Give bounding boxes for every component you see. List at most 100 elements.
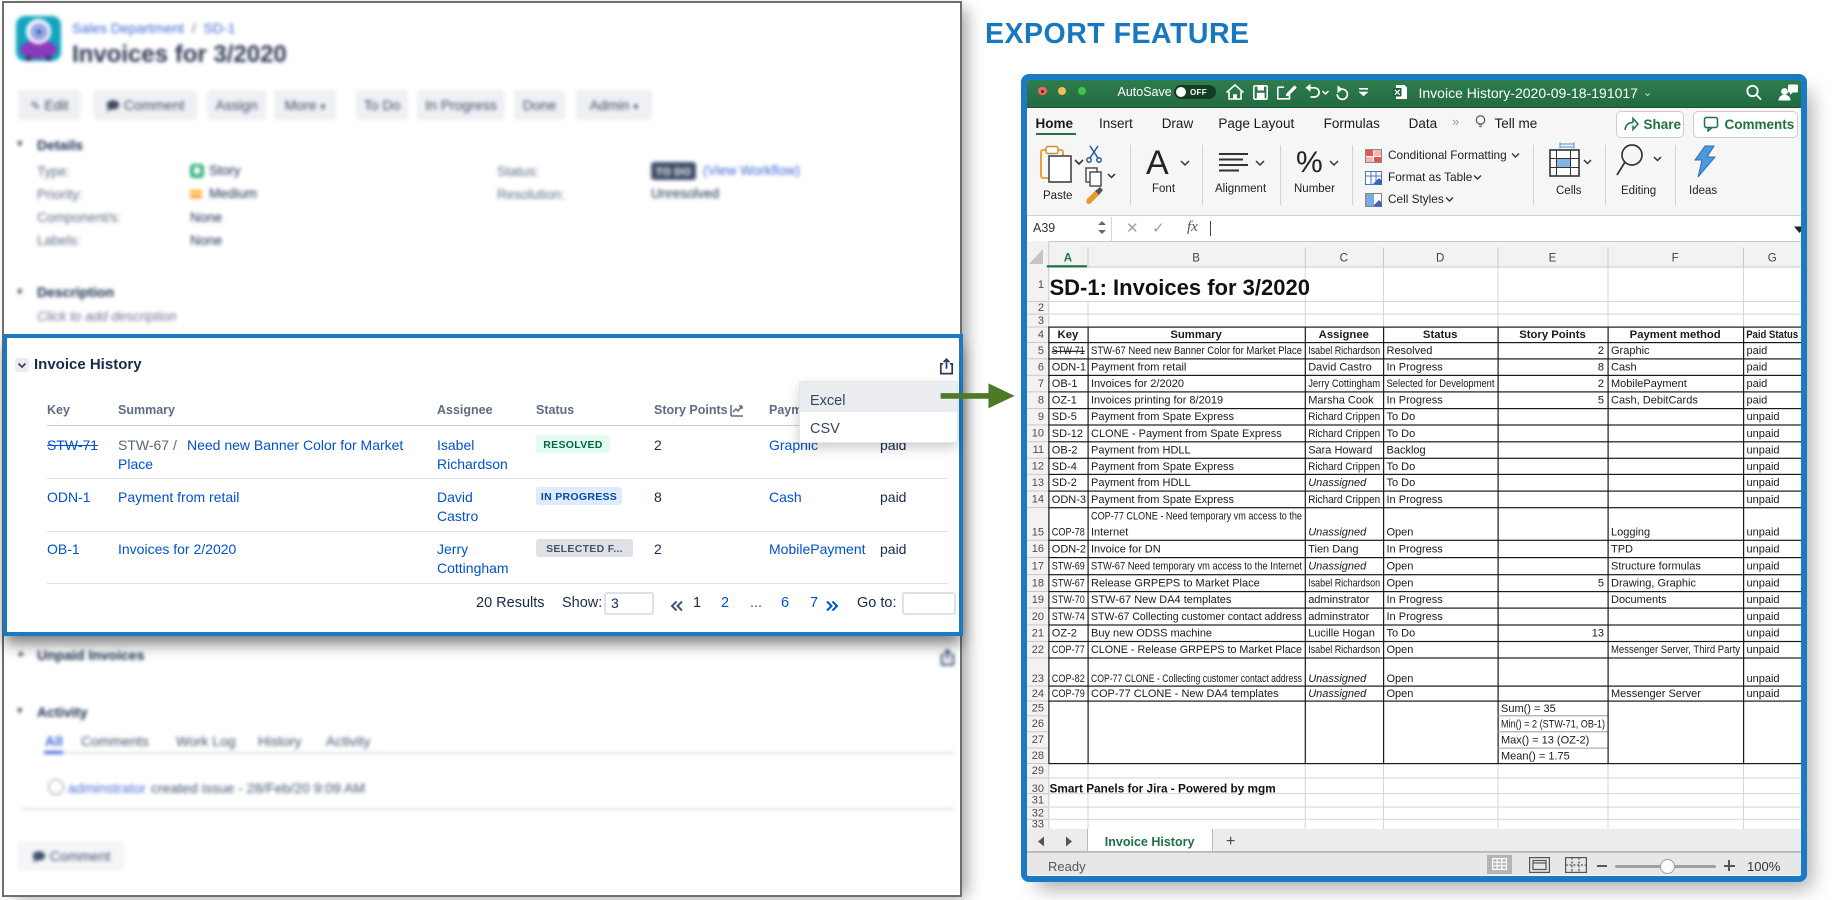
svg-text:D: D — [1436, 252, 1444, 264]
svg-text:C: C — [1340, 252, 1348, 264]
svg-text:unpaid: unpaid — [1747, 411, 1780, 423]
svg-text:unpaid: unpaid — [1747, 543, 1780, 555]
svg-text:Payment from Spate Express: Payment from Spate Express — [1091, 411, 1235, 423]
svg-text:12: 12 — [1032, 460, 1044, 472]
svg-text:Richard Crippen: Richard Crippen — [1308, 411, 1380, 423]
svg-text:unpaid: unpaid — [1747, 493, 1780, 505]
svg-text:33: 33 — [1032, 818, 1044, 828]
svg-text:8: 8 — [1038, 394, 1044, 406]
svg-text:unpaid: unpaid — [1747, 688, 1780, 700]
svg-text:In Progress: In Progress — [1387, 594, 1444, 606]
svg-text:Payment from Spate Express: Payment from Spate Express — [1091, 493, 1235, 505]
svg-text:Payment from HDLL: Payment from HDLL — [1091, 477, 1191, 489]
svg-text:unpaid: unpaid — [1747, 577, 1780, 589]
svg-text:Cash: Cash — [1611, 361, 1637, 373]
svg-text:Internet: Internet — [1091, 526, 1128, 538]
svg-text:STW-67 New DA4 templates: STW-67 New DA4 templates — [1091, 594, 1232, 606]
svg-text:COP-78: COP-78 — [1052, 526, 1085, 538]
svg-text:paid: paid — [1747, 361, 1768, 373]
svg-text:Isabel Richardson: Isabel Richardson — [1308, 644, 1380, 656]
svg-text:Messenger Server, Third Party: Messenger Server, Third Party — [1611, 644, 1740, 656]
svg-text:OZ-1: OZ-1 — [1052, 394, 1077, 406]
svg-text:3: 3 — [1038, 314, 1044, 326]
svg-text:27: 27 — [1032, 734, 1044, 746]
svg-text:2: 2 — [1038, 302, 1044, 314]
svg-text:Open: Open — [1387, 526, 1414, 538]
svg-text:TPD: TPD — [1611, 543, 1633, 555]
svg-text:paid: paid — [1747, 378, 1768, 390]
svg-text:Buy new ODSS machine: Buy new ODSS machine — [1091, 627, 1212, 639]
svg-text:Backlog: Backlog — [1387, 444, 1426, 456]
svg-text:E: E — [1549, 252, 1557, 264]
svg-text:Invoices for 2/2020: Invoices for 2/2020 — [1091, 378, 1184, 390]
svg-text:Logging: Logging — [1611, 526, 1650, 538]
svg-text:25: 25 — [1032, 702, 1044, 714]
svg-text:8: 8 — [1598, 361, 1604, 373]
svg-text:5: 5 — [1598, 577, 1604, 589]
svg-text:Unassigned: Unassigned — [1308, 477, 1367, 489]
svg-text:Jerry Cottingham: Jerry Cottingham — [1308, 378, 1380, 390]
svg-text:5: 5 — [1598, 394, 1604, 406]
svg-text:A: A — [1064, 252, 1072, 264]
svg-text:Open: Open — [1387, 577, 1414, 589]
svg-text:14: 14 — [1032, 493, 1044, 505]
svg-text:SD-4: SD-4 — [1052, 460, 1077, 472]
svg-text:2: 2 — [1598, 345, 1604, 357]
svg-text:Story Points: Story Points — [1519, 329, 1586, 341]
svg-text:Richard Crippen: Richard Crippen — [1308, 427, 1380, 439]
svg-text:unpaid: unpaid — [1747, 560, 1780, 572]
svg-text:21: 21 — [1032, 627, 1044, 639]
svg-text:CLONE - Payment from Spate Exp: CLONE - Payment from Spate Express — [1091, 427, 1282, 439]
svg-text:Assignee: Assignee — [1319, 329, 1369, 341]
svg-text:Paste: Paste — [1043, 190, 1072, 202]
svg-text:Graphic: Graphic — [1611, 345, 1650, 357]
svg-text:To Do: To Do — [1387, 460, 1416, 472]
svg-text:16: 16 — [1032, 543, 1044, 555]
svg-text:adminstrator: adminstrator — [1308, 611, 1369, 623]
svg-text:paid: paid — [1747, 394, 1768, 406]
svg-text:7: 7 — [1038, 377, 1044, 389]
svg-text:OZ-2: OZ-2 — [1052, 627, 1077, 639]
svg-text:Mean() = 1.75: Mean() = 1.75 — [1501, 750, 1570, 762]
svg-text:Unassigned: Unassigned — [1308, 560, 1367, 572]
svg-text:Unassigned: Unassigned — [1308, 672, 1367, 684]
svg-text:In Progress: In Progress — [1387, 361, 1444, 373]
svg-text:Richard Crippen: Richard Crippen — [1308, 460, 1380, 472]
svg-text:In Progress: In Progress — [1387, 394, 1444, 406]
svg-text:Payment method: Payment method — [1630, 329, 1721, 341]
svg-text:Payment from HDLL: Payment from HDLL — [1091, 444, 1191, 456]
svg-text:STW-67: STW-67 — [1052, 577, 1085, 589]
svg-text:SD-2: SD-2 — [1052, 477, 1077, 489]
svg-text:COP-82: COP-82 — [1052, 672, 1085, 684]
svg-text:To Do: To Do — [1387, 477, 1416, 489]
svg-text:COP-77 CLONE - New DA4 templat: COP-77 CLONE - New DA4 templates — [1091, 688, 1279, 700]
svg-text:MobilePayment: MobilePayment — [1611, 378, 1687, 390]
svg-text:SD-5: SD-5 — [1052, 411, 1077, 423]
svg-text:ODN-1: ODN-1 — [1052, 361, 1086, 373]
svg-text:unpaid: unpaid — [1747, 594, 1780, 606]
svg-text:To Do: To Do — [1387, 627, 1416, 639]
svg-text:Smart Panels for Jira - Powere: Smart Panels for Jira - Powered by mgm — [1050, 781, 1276, 795]
svg-text:9: 9 — [1038, 411, 1044, 423]
svg-text:CLONE - Release GRPEPS to Mark: CLONE - Release GRPEPS to Market Place — [1091, 644, 1302, 656]
svg-text:David Castro: David Castro — [1308, 361, 1372, 373]
svg-text:Messenger Server: Messenger Server — [1611, 688, 1701, 700]
svg-text:Min() = 2 (STW-71, OB-1): Min() = 2 (STW-71, OB-1) — [1501, 718, 1605, 730]
svg-text:COP-77 CLONE - Need temporary: COP-77 CLONE - Need temporary vm access … — [1091, 510, 1302, 522]
svg-text:Status: Status — [1423, 329, 1458, 341]
svg-text:Cash, DebitCards: Cash, DebitCards — [1611, 394, 1698, 406]
svg-text:ODN-3: ODN-3 — [1052, 493, 1086, 505]
svg-text:Open: Open — [1387, 672, 1414, 684]
svg-text:G: G — [1768, 252, 1777, 264]
svg-text:22: 22 — [1032, 643, 1044, 655]
svg-text:unpaid: unpaid — [1747, 672, 1780, 684]
svg-text:Richard Crippen: Richard Crippen — [1308, 493, 1380, 505]
svg-text:unpaid: unpaid — [1747, 627, 1780, 639]
svg-text:STW-69: STW-69 — [1052, 560, 1085, 572]
svg-text:Payment from Spate Express: Payment from Spate Express — [1091, 460, 1235, 472]
svg-text:Marsha Cook: Marsha Cook — [1308, 394, 1374, 406]
svg-text:Open: Open — [1387, 644, 1414, 656]
svg-text:SD-12: SD-12 — [1052, 427, 1083, 439]
svg-text:13: 13 — [1592, 627, 1604, 639]
svg-text:Release GRPEPS to Market Place: Release GRPEPS to Market Place — [1091, 577, 1260, 589]
